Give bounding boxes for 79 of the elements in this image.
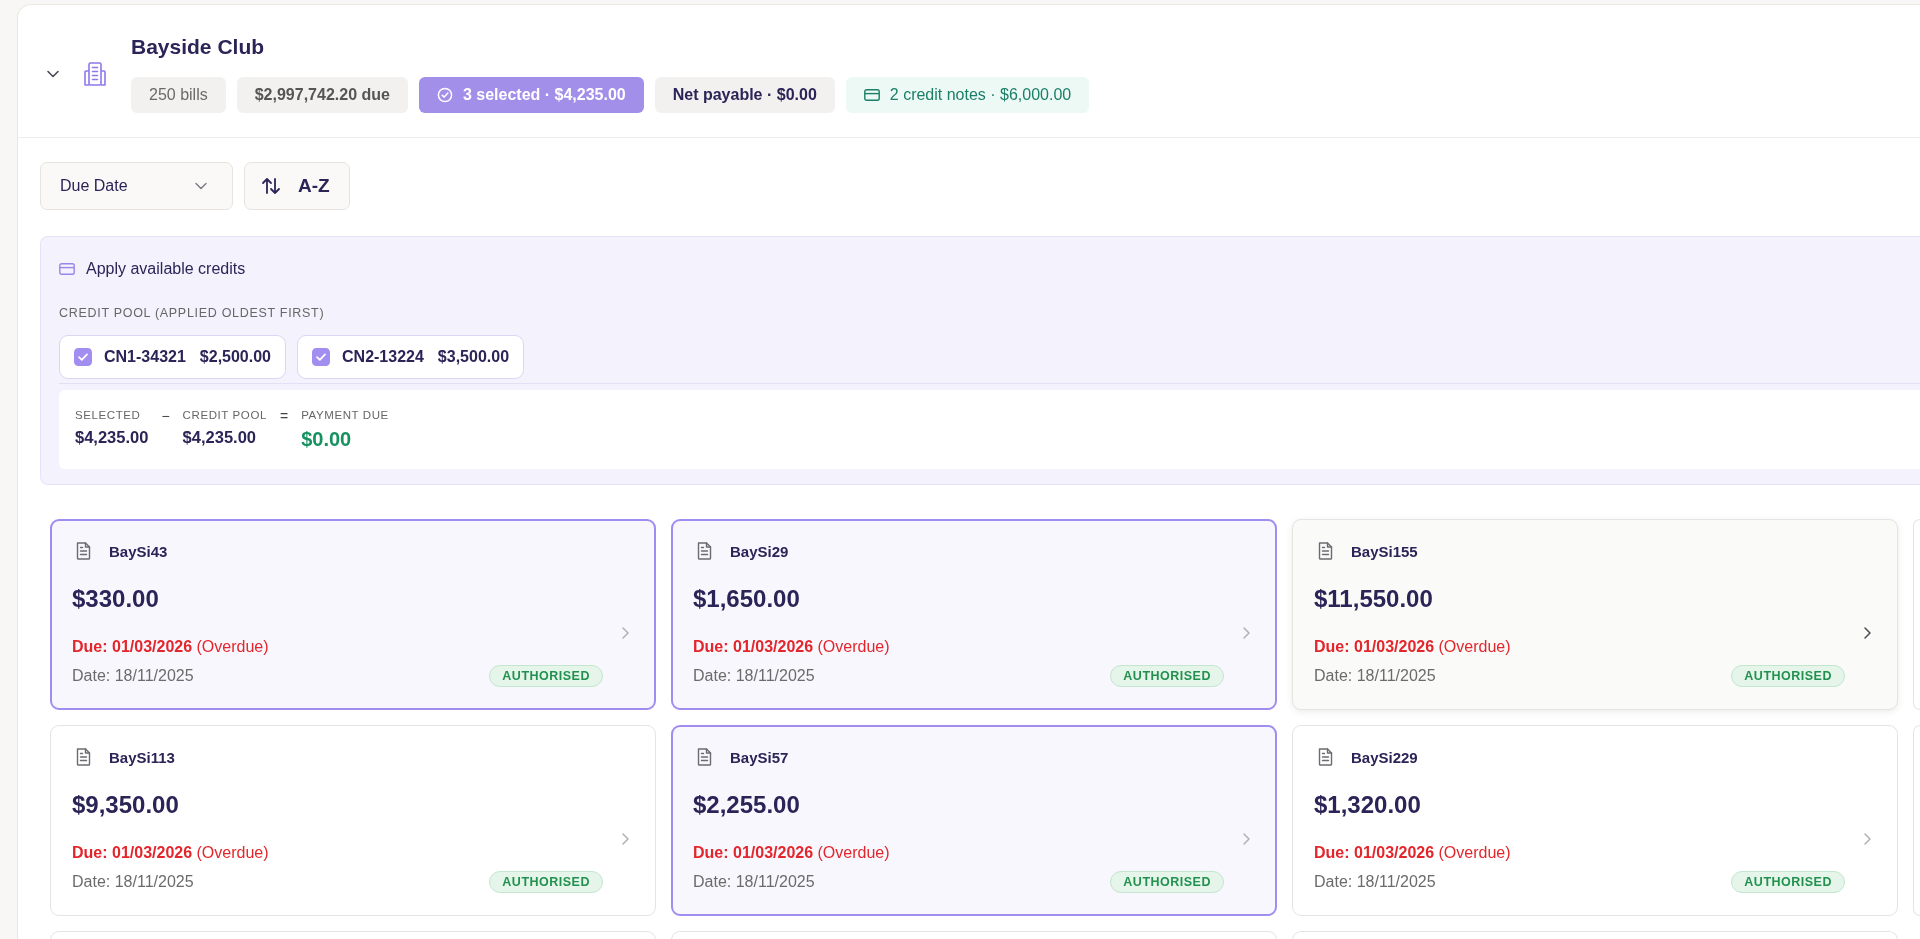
credit-card-icon (863, 89, 880, 101)
bill-amount: $1,650.00 (693, 584, 801, 614)
bill-date: Date: 18/11/2025 (72, 872, 194, 892)
bill-date: Date: 18/11/2025 (693, 666, 815, 686)
due-date-text: Due: 01/03/2026 (Overdue) (693, 843, 891, 863)
summary-label: SELECTED (75, 408, 142, 422)
chevron-right-icon (1863, 832, 1872, 846)
credit-note-id: CN2-13224 (342, 348, 424, 366)
net-payable-badge: Net payable · $0.00 (654, 77, 835, 113)
summary-value: $4,235.00 (75, 427, 149, 447)
document-icon (697, 542, 712, 560)
due-date-text: Due: 01/03/2026 (Overdue) (1314, 843, 1512, 863)
badge-label: 3 selected · $4,235.00 (462, 86, 626, 104)
document-icon (1318, 542, 1333, 560)
group-title: Bayside Club (131, 34, 266, 60)
bill-card[interactable]: BaySi29 $1,650.00 Due: 01/03/2026 (Overdue) Date: 18/11/2025 AUTHORISED (671, 519, 1277, 710)
summary-label: CREDIT POOL (182, 408, 267, 422)
bill-card[interactable]: BaySi57 $2,255.00 Due: 01/03/2026 (Overdue) Date: 18/11/2025 AUTHORISED (671, 725, 1277, 916)
bill-number: BaySi113 (109, 748, 175, 766)
checkbox[interactable] (74, 348, 92, 366)
credit-note-chip[interactable]: CN2-13224 $3,500.00 (297, 335, 525, 379)
building-icon (84, 61, 106, 86)
sort-order-button[interactable]: A-Z (244, 162, 350, 210)
document-icon (76, 748, 91, 766)
bill-date: Date: 18/11/2025 (693, 872, 815, 892)
status-badge: AUTHORISED (1110, 665, 1224, 687)
credit-note-amount: $3,500.00 (437, 348, 510, 366)
summary-value: $4,235.00 (182, 427, 257, 447)
bill-date: Date: 18/11/2025 (1314, 666, 1436, 686)
amount-due-badge: $2,997,742.20 due (236, 77, 408, 113)
due-date-text: Due: 01/03/2026 (Overdue) (1314, 637, 1512, 657)
document-icon (76, 542, 91, 560)
due-date-text: Due: 01/03/2026 (Overdue) (72, 637, 270, 657)
bill-amount: $9,350.00 (72, 790, 180, 820)
bill-date: Date: 18/11/2025 (1314, 872, 1436, 892)
summary-label: PAYMENT DUE (301, 408, 389, 422)
chevron-right-icon (621, 626, 630, 640)
bill-amount: $1,320.00 (1314, 790, 1422, 820)
sort-field-select[interactable]: Due Date (40, 162, 233, 210)
document-icon (1318, 748, 1333, 766)
operator-sign: = (279, 408, 289, 423)
chevron-right-icon (1863, 626, 1872, 640)
credit-pool-label: CREDIT POOL (APPLIED OLDEST FIRST) (58, 305, 326, 321)
bill-number: BaySi229 (1351, 748, 1418, 766)
badge-label: 2 credit notes · $6,000.00 (889, 86, 1072, 104)
bill-amount: $2,255.00 (693, 790, 801, 820)
bill-number: BaySi57 (730, 748, 789, 766)
credit-note-id: CN1-34321 (104, 348, 186, 366)
bill-number: BaySi29 (730, 542, 789, 560)
chevron-right-icon (1242, 832, 1251, 846)
due-date-text: Due: 01/03/2026 (Overdue) (72, 843, 270, 863)
status-badge: AUTHORISED (489, 665, 603, 687)
bill-number: BaySi155 (1351, 542, 1418, 560)
credit-card-icon (59, 263, 75, 275)
bill-card[interactable]: BaySi155 $11,550.00 Due: 01/03/2026 (Overdue) Date: 18/11/2025 AUTHORISED (1292, 519, 1898, 710)
bill-amount: $11,550.00 (1314, 584, 1434, 614)
checkbox[interactable] (312, 348, 330, 366)
bill-card[interactable]: BaySi229 $1,320.00 Due: 01/03/2026 (Overdue) Date: 18/11/2025 AUTHORISED (1292, 725, 1898, 916)
summary-value: $0.00 (301, 427, 353, 451)
status-badge: AUTHORISED (489, 871, 603, 893)
bill-count-badge: 250 bills (131, 77, 226, 113)
chevron-right-icon (1242, 626, 1251, 640)
operator-sign: − (161, 408, 170, 423)
bill-card[interactable]: BaySi43 $330.00 Due: 01/03/2026 (Overdue) Date: 18/11/2025 AUTHORISED (50, 519, 656, 710)
bill-number: BaySi43 (109, 542, 168, 560)
status-badge: AUTHORISED (1731, 871, 1845, 893)
status-badge: AUTHORISED (1731, 665, 1845, 687)
credit-note-chip[interactable]: CN1-34321 $2,500.00 (59, 335, 286, 379)
bill-card[interactable]: BaySi113 $9,350.00 Due: 01/03/2026 (Overdue) Date: 18/11/2025 AUTHORISED (50, 725, 656, 916)
check-circle-icon (436, 87, 453, 103)
sort-arrows-icon (261, 177, 281, 195)
bill-date: Date: 18/11/2025 (72, 666, 194, 686)
due-date-text: Due: 01/03/2026 (Overdue) (693, 637, 891, 657)
credit-note-amount: $2,500.00 (199, 348, 271, 366)
credits-title: Apply available credits (86, 259, 246, 279)
bill-amount: $330.00 (72, 584, 160, 614)
chevron-right-icon (621, 832, 630, 846)
document-icon (697, 748, 712, 766)
status-badge: AUTHORISED (1110, 871, 1224, 893)
